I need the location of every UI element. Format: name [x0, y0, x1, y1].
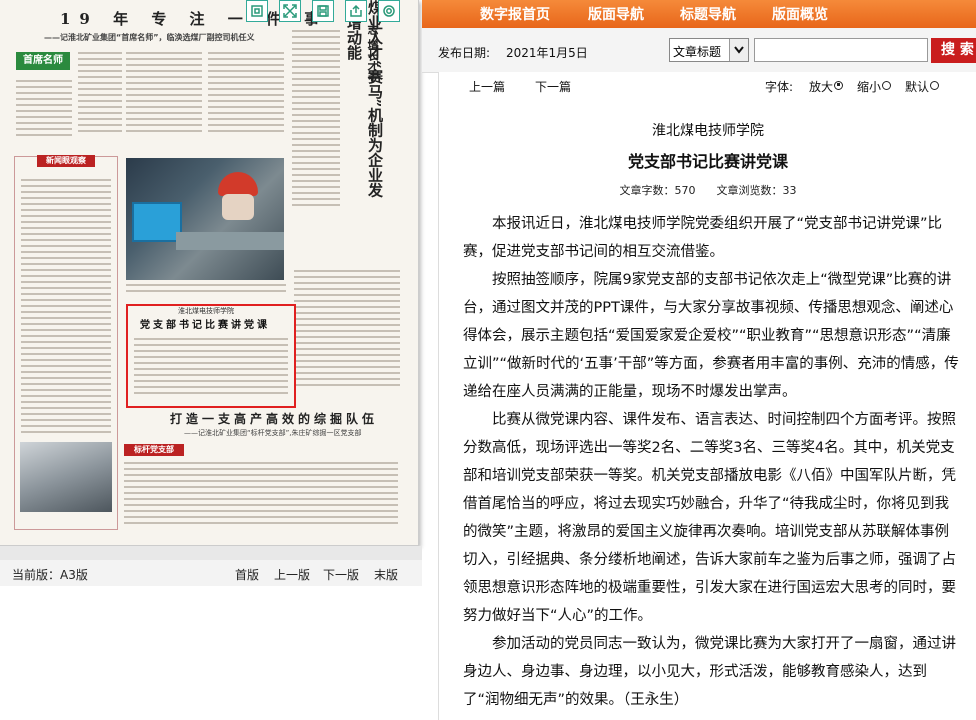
top-navigation: 数字报首页 版面导航 标题导航 版面概览	[422, 0, 976, 28]
chevron-down-icon	[729, 39, 748, 61]
article-kicker: 淮北煤电技师学院	[652, 123, 764, 139]
article-paragraph: 本报讯近日，淮北煤电技师学院党委组织开展了“党支部书记讲党课”比赛，促进党支部书…	[463, 216, 943, 260]
search-type-value: 文章标题	[673, 45, 722, 59]
article-stats: 文章字数：570 文章浏览数：33	[439, 182, 976, 198]
highlight-title: 党支部书记比赛讲党课	[140, 320, 270, 331]
nav-digital-home[interactable]: 数字报首页	[480, 4, 550, 24]
zoom-in-label: 放大	[809, 80, 834, 94]
article-content: 上一篇 下一篇 字体: 放大 缩小 默认 淮北煤电技师学院 党支部书记比赛讲党课…	[438, 72, 976, 720]
page-subhead: ——记淮北矿业集团“首席名师”，临涣选煤厂副控司机任义	[44, 33, 255, 42]
publish-date-label: 发布日期:	[438, 46, 491, 60]
next-article-link[interactable]: 下一篇	[535, 78, 571, 95]
meeting-photo	[20, 442, 112, 512]
feature-subhead: ——记淮北矿业集团“标杆党支部”,朱庄矿综掘一区党支部	[184, 429, 362, 437]
worker-photo	[126, 158, 284, 280]
image-toolbar	[246, 0, 411, 22]
newspaper-panel: 19 年 专 注 一 件 事 ——记淮北矿业集团“首席名师”，临涣选煤厂副控司机…	[0, 0, 422, 720]
article-body: 本报讯近日，淮北煤电技师学院党委组织开展了“党支部书记讲党课”比赛，促进党支部书…	[463, 210, 963, 714]
word-count: 文章字数：570	[619, 184, 696, 197]
font-size-label: 字体:	[765, 80, 794, 94]
party-branch-badge: 标杆党支部	[124, 444, 184, 456]
article-paragraph: 参加活动的党员同志一致认为，微党课比赛为大家打开了一扇窗，通过讲身边人、身边事、…	[463, 636, 956, 708]
sidebar-text	[21, 179, 111, 437]
search-type-select[interactable]: 文章标题	[669, 38, 749, 62]
column-text	[292, 30, 340, 210]
horizontal-scrollbar[interactable]	[0, 546, 422, 560]
highlight-kicker: 淮北煤电技师学院	[178, 307, 234, 315]
nav-layout[interactable]: 版面导航	[588, 4, 644, 24]
first-page-link[interactable]: 首版	[235, 566, 259, 583]
radio-icon	[930, 81, 940, 90]
column-text	[208, 52, 284, 136]
settings-icon[interactable]	[378, 0, 400, 22]
search-bar: 发布日期: 2021年1月5日 文章标题 搜 索	[422, 28, 976, 73]
column-text	[126, 52, 202, 136]
share-icon[interactable]	[345, 0, 367, 22]
search-input[interactable]	[754, 38, 928, 62]
view-count: 文章浏览数：33	[716, 184, 797, 197]
current-page-label: 当前版：A3版	[12, 568, 88, 582]
column-text	[294, 270, 400, 390]
vertical-headline: 煤业人才“赛马”机制为企业发展增动能	[345, 0, 384, 198]
column-text	[78, 52, 122, 136]
feature-headline: 打造一支高产高效的综掘队伍	[170, 412, 379, 426]
radio-selected-icon	[834, 81, 844, 90]
last-page-link[interactable]: 末版	[374, 566, 398, 583]
default-size-label: 默认	[905, 80, 930, 94]
article-panel: 数字报首页 版面导航 标题导航 版面概览 发布日期: 2021年1月5日 文章标…	[422, 0, 976, 720]
search-button[interactable]: 搜 索	[931, 38, 976, 63]
article-title: 党支部书记比赛讲党课	[627, 152, 788, 171]
newspaper-page-image[interactable]: 19 年 专 注 一 件 事 ——记淮北矿业集团“首席名师”，临涣选煤厂副控司机…	[0, 0, 419, 546]
prev-article-link[interactable]: 上一篇	[469, 78, 505, 95]
radio-icon	[882, 81, 892, 90]
article-paragraph: 比赛从微党课内容、课件发布、语言表达、时间控制四个方面考评。按照分数高低，现场评…	[463, 412, 956, 624]
column-text	[16, 80, 72, 140]
page-navigation-bar: 当前版：A3版 首版 上一版 下一版 末版	[0, 560, 422, 586]
publish-date-value: 2021年1月5日	[506, 46, 588, 60]
save-icon[interactable]	[312, 0, 334, 22]
default-size-option[interactable]: 默认	[905, 78, 940, 95]
prev-page-link[interactable]: 上一版	[274, 566, 310, 583]
highlight-body	[134, 338, 288, 398]
news-eye-badge: 新闻眼观察	[37, 155, 95, 167]
zoom-in-option[interactable]: 放大	[809, 78, 844, 95]
zoom-out-option[interactable]: 缩小	[857, 78, 892, 95]
zoom-out-label: 缩小	[857, 80, 882, 94]
next-page-link[interactable]: 下一版	[323, 566, 359, 583]
photo-caption	[126, 284, 286, 296]
chief-teacher-badge: 首席名师	[16, 52, 70, 70]
article-paragraph: 按照抽签顺序，院属9家党支部的支部书记依次走上“微型党课”比赛的讲台，通过图文并…	[463, 272, 959, 400]
nav-titles[interactable]: 标题导航	[680, 4, 736, 24]
fit-page-icon[interactable]	[246, 0, 268, 22]
feature-body	[124, 462, 398, 528]
nav-overview[interactable]: 版面概览	[772, 4, 828, 24]
fullscreen-icon[interactable]	[279, 0, 301, 22]
